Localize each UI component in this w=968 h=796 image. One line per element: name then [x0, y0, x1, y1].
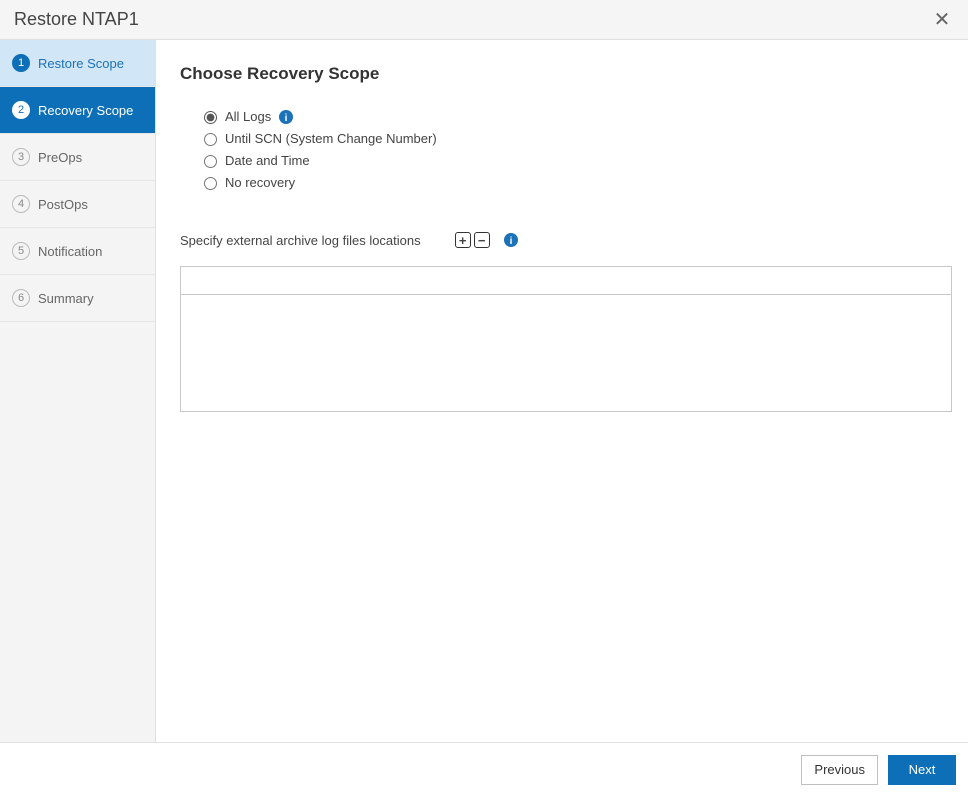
step-number: 5	[12, 242, 30, 260]
close-button[interactable]: ✕	[930, 8, 954, 32]
main-panel: Choose Recovery Scope All Logs i Until S…	[156, 40, 968, 796]
svg-text:i: i	[285, 113, 288, 124]
step-number: 2	[12, 101, 30, 119]
previous-button[interactable]: Previous	[801, 755, 878, 785]
radio-no-recovery[interactable]	[204, 177, 217, 190]
step-label: PostOps	[38, 197, 88, 212]
step-summary[interactable]: 6 Summary	[0, 275, 155, 322]
recovery-options-group: All Logs i Until SCN (System Change Numb…	[204, 106, 954, 194]
step-label: PreOps	[38, 150, 82, 165]
step-label: Restore Scope	[38, 56, 124, 71]
step-notification[interactable]: 5 Notification	[0, 228, 155, 275]
external-locations-label: Specify external archive log files locat…	[180, 233, 421, 248]
radio-label-until-scn: Until SCN (System Change Number)	[225, 128, 437, 150]
title-bar: Restore NTAP1 ✕	[0, 0, 968, 40]
page-title: Choose Recovery Scope	[180, 64, 954, 84]
step-restore-scope[interactable]: 1 Restore Scope	[0, 40, 155, 87]
step-number: 3	[12, 148, 30, 166]
add-location-button[interactable]	[455, 232, 471, 248]
step-number: 1	[12, 54, 30, 72]
step-number: 4	[12, 195, 30, 213]
step-label: Recovery Scope	[38, 103, 133, 118]
wizard-sidebar: 1 Restore Scope 2 Recovery Scope 3 PreOp…	[0, 40, 156, 796]
footer-bar: Previous Next	[0, 742, 968, 796]
external-location-input[interactable]	[181, 267, 951, 294]
radio-label-no-recovery: No recovery	[225, 172, 295, 194]
radio-date-time[interactable]	[204, 155, 217, 168]
step-postops[interactable]: 4 PostOps	[0, 181, 155, 228]
step-recovery-scope[interactable]: 2 Recovery Scope	[0, 87, 155, 134]
next-button[interactable]: Next	[888, 755, 956, 785]
step-preops[interactable]: 3 PreOps	[0, 134, 155, 181]
radio-label-all-logs: All Logs	[225, 106, 271, 128]
window-title: Restore NTAP1	[14, 9, 139, 30]
step-label: Summary	[38, 291, 94, 306]
remove-location-button[interactable]	[474, 232, 490, 248]
radio-label-date-time: Date and Time	[225, 150, 310, 172]
info-icon[interactable]: i	[504, 233, 518, 247]
radio-until-scn[interactable]	[204, 133, 217, 146]
info-icon[interactable]: i	[279, 110, 293, 124]
radio-all-logs[interactable]	[204, 111, 217, 124]
close-icon: ✕	[934, 7, 951, 32]
step-label: Notification	[38, 244, 102, 259]
step-number: 6	[12, 289, 30, 307]
svg-text:i: i	[509, 236, 512, 247]
external-locations-box	[180, 266, 952, 412]
